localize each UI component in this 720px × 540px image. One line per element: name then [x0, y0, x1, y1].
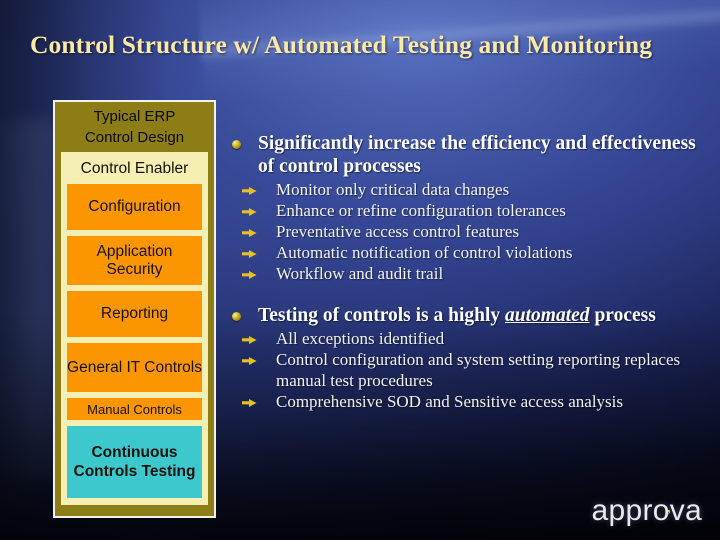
diagram-node-configuration[interactable]: Configuration: [67, 184, 202, 230]
bullet-heading-text: Testing of controls is a highly: [258, 304, 506, 326]
arrow-marker-icon: [242, 336, 257, 344]
control-enabler-label: Control Enabler: [80, 160, 189, 177]
list-item-label: Workflow and audit trail: [276, 264, 444, 283]
bullet-heading-text: Significantly increase the efficiency an…: [258, 133, 696, 177]
list-item: Control configuration and system setting…: [228, 350, 710, 391]
arrow-marker-icon: [242, 229, 257, 237]
list-item: Monitor only critical data changes: [228, 180, 710, 201]
list-item-label: Automatic notification of control violat…: [276, 243, 573, 262]
diagram-node-reporting[interactable]: Reporting: [67, 291, 202, 337]
bullet-dot-icon: [232, 311, 241, 321]
list-item-label: Comprehensive SOD and Sensitive access a…: [276, 391, 624, 411]
list-item: Automatic notification of control violat…: [228, 243, 710, 264]
list-item: Enhance or refine configuration toleranc…: [228, 201, 710, 222]
list-item-label: Enhance or refine configuration toleranc…: [276, 201, 566, 220]
content-block: Significantly increase the efficiency an…: [228, 133, 710, 285]
panel-title-line-2: Control Design: [84, 128, 185, 146]
list-item-label: Preventative access control features: [276, 222, 520, 241]
diagram-node-manual-controls[interactable]: Manual Controls: [67, 398, 202, 420]
list-item: Preventative access control features: [228, 222, 710, 243]
approva-logo: approva: [591, 494, 702, 528]
bullet-dot-icon: [232, 140, 241, 149]
panel-title-line-1: Typical ERP: [93, 108, 176, 125]
bullet-heading-emphasis: automated: [505, 304, 590, 326]
list-item-label: Control configuration and system setting…: [276, 350, 681, 390]
panel-header: Typical ERP Control Design: [55, 102, 214, 152]
sub-bullet-list: Monitor only critical data changes Enhan…: [228, 180, 710, 285]
control-design-panel: Typical ERP Control Design Control Enabl…: [53, 100, 216, 518]
approva-logo-text: approva: [591, 494, 702, 527]
sub-bullet-list: All exceptions identified Control config…: [228, 329, 710, 412]
arrow-marker-icon: [242, 357, 257, 365]
bullet-heading: Testing of controls is a highly automate…: [228, 305, 710, 328]
diagram-node-continuous-controls-testing[interactable]: Continuous Controls Testing: [67, 426, 202, 498]
control-enabler-group: Control Enabler Configuration Applicatio…: [61, 152, 208, 505]
bullet-heading: Significantly increase the efficiency an…: [228, 133, 710, 178]
arrow-marker-icon: [242, 208, 257, 216]
list-item-label: Monitor only critical data changes: [276, 180, 510, 199]
bullet-heading-text-tail: process: [589, 304, 656, 326]
list-item-label: All exceptions identified: [276, 329, 445, 348]
slide-title: Control Structure w/ Automated Testing a…: [30, 30, 653, 59]
arrow-marker-icon: [242, 250, 257, 258]
list-item: Comprehensive SOD and Sensitive access a…: [228, 392, 710, 413]
list-item: Workflow and audit trail: [228, 264, 710, 285]
arrow-marker-icon: [242, 398, 257, 407]
arrow-marker-icon: [242, 271, 257, 279]
content-column: Significantly increase the efficiency an…: [228, 133, 710, 422]
diagram-node-application-security[interactable]: Application Security: [67, 236, 202, 285]
diagram-node-general-it-controls[interactable]: General IT Controls: [67, 343, 202, 392]
content-block: Testing of controls is a highly automate…: [228, 305, 710, 413]
arrow-marker-icon: [242, 187, 257, 195]
slide-canvas: Control Structure w/ Automated Testing a…: [0, 0, 720, 540]
logo-accent-icon: [662, 493, 671, 515]
list-item: All exceptions identified: [228, 329, 710, 350]
